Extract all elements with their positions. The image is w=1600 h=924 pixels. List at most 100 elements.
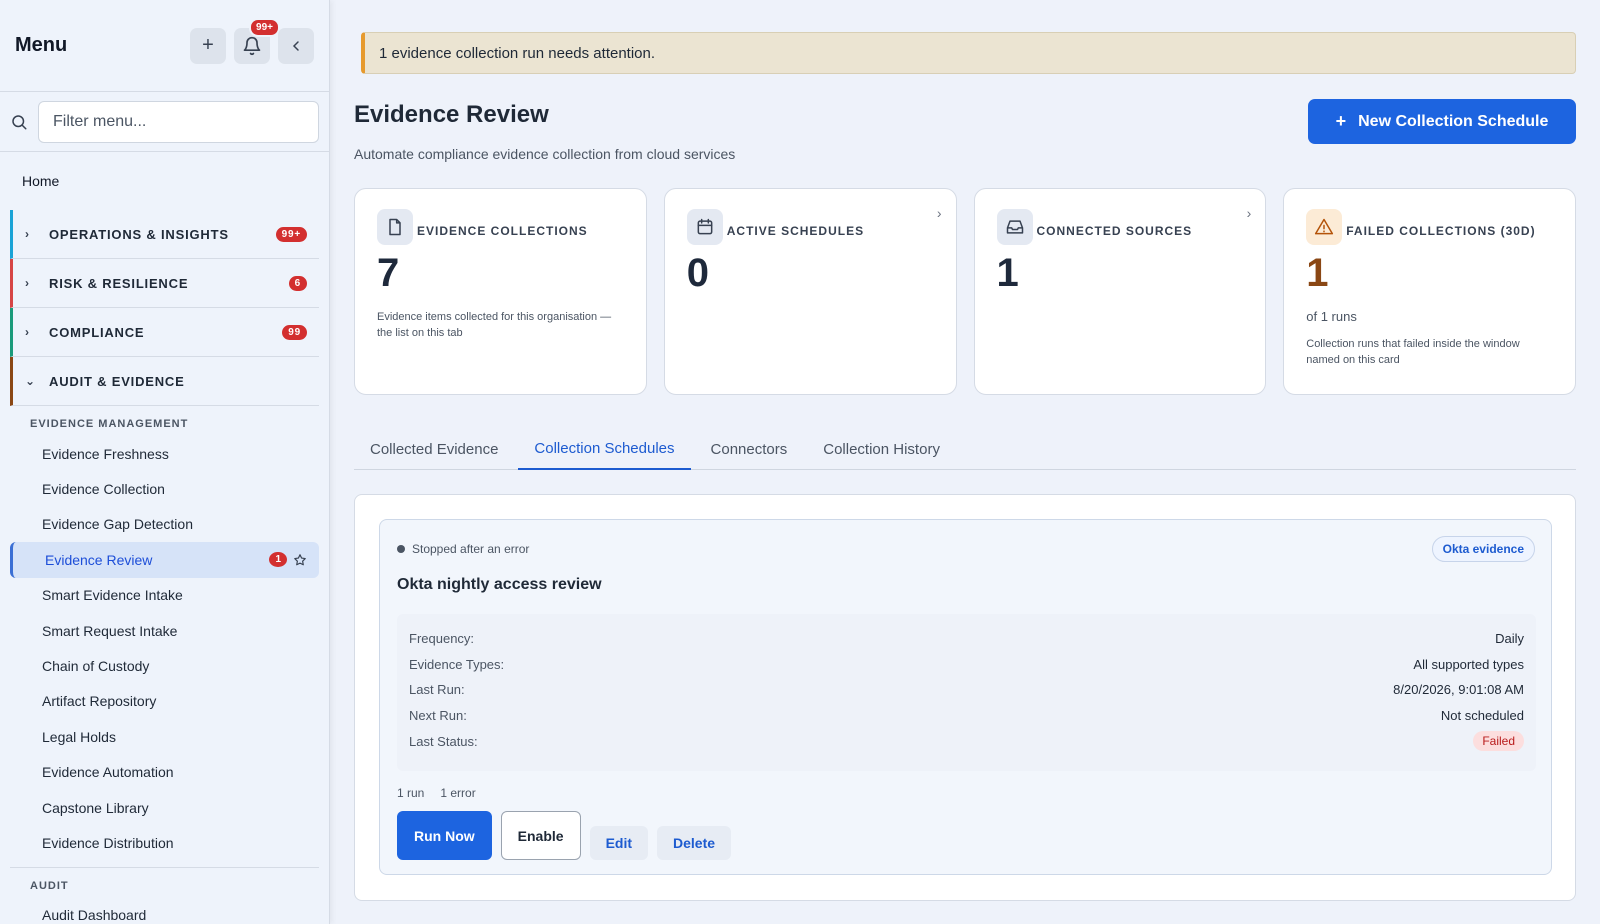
detail-key: Last Status: [409, 733, 478, 749]
sidebar-group-risk[interactable]: › RISK & RESILIENCE 6 [10, 259, 319, 308]
detail-row: Next Run: Not scheduled [409, 703, 1524, 729]
detail-key: Frequency: [409, 631, 475, 647]
chevron-right-icon: › [25, 276, 30, 290]
new-collection-schedule-button[interactable]: + New Collection Schedule [1308, 99, 1576, 144]
sidebar-item-legal-holds[interactable]: Legal Holds [0, 719, 329, 754]
schedule-status-text: Stopped after an error [412, 542, 530, 556]
collapse-sidebar-button[interactable] [278, 27, 314, 64]
attention-alert: 1 evidence collection run needs attentio… [361, 32, 1576, 74]
sidebar-item-evidence-distribution[interactable]: Evidence Distribution [0, 825, 329, 860]
sidebar-group-label: AUDIT & EVIDENCE [49, 373, 185, 389]
detail-value: Daily [1495, 631, 1524, 647]
detail-key: Evidence Types: [409, 656, 505, 672]
schedules-panel: Stopped after an error Okta evidence Okt… [354, 494, 1576, 901]
sidebar-item-artifact-repository[interactable]: Artifact Repository [0, 684, 329, 719]
notifications-badge: 99+ [249, 17, 280, 37]
card-active-schedules[interactable]: › ACTIVE SCHEDULES 0 [663, 188, 957, 395]
card-value: 7 [377, 251, 400, 295]
edit-button[interactable]: Edit [589, 825, 649, 860]
schedule-meta: 1 run 1 error [397, 786, 476, 800]
sidebar-item-evidence-automation[interactable]: Evidence Automation [0, 755, 329, 790]
card-connected-sources[interactable]: › CONNECTED SOURCES 1 [973, 188, 1267, 395]
sidebar-section-audit: AUDIT [30, 879, 69, 892]
sidebar-item-capstone-library[interactable]: Capstone Library [0, 790, 329, 825]
sidebar-item-smart-evidence-intake[interactable]: Smart Evidence Intake [0, 578, 329, 613]
plus-icon: + [202, 34, 214, 56]
detail-row: Frequency: Daily [409, 626, 1524, 652]
detail-value: All supported types [1413, 656, 1524, 672]
tab-connectors[interactable]: Connectors [695, 429, 804, 469]
chevron-left-icon [292, 40, 299, 51]
schedule-actions: Run Now Enable Edit Delete [397, 811, 732, 860]
star-icon[interactable] [293, 553, 307, 567]
sidebar-section-evidence-management: EVIDENCE MANAGEMENT [30, 418, 189, 430]
sidebar-group-label: OPERATIONS & INSIGHTS [49, 226, 229, 242]
card-description: Evidence items collected for this organi… [377, 311, 612, 339]
sidebar-item-audit-dashboard[interactable]: Audit Dashboard [0, 898, 329, 924]
card-failed-collections: FAILED COLLECTIONS (30D) 1 of 1 runs Col… [1283, 188, 1576, 395]
sidebar-group-compliance[interactable]: › COMPLIANCE 99 [10, 308, 319, 357]
schedule-card: Stopped after an error Okta evidence Okt… [379, 519, 1552, 875]
sidebar-item-evidence-collection[interactable]: Evidence Collection [0, 471, 329, 506]
sidebar-group-operations[interactable]: › OPERATIONS & INSIGHTS 99+ [10, 210, 319, 259]
schedule-details: Frequency: Daily Evidence Types: All sup… [397, 614, 1536, 771]
count-badge: 1 [269, 552, 287, 568]
sidebar-group-label: RISK & RESILIENCE [49, 275, 189, 291]
notifications-button[interactable]: 99+ [234, 17, 280, 64]
sidebar: Menu + 99+ Home › OPERATIONS & INSIGHTS … [0, 0, 330, 924]
detail-row: Last Status: Failed [409, 728, 1524, 754]
card-label: CONNECTED SOURCES [1036, 224, 1193, 238]
page-subtitle: Automate compliance evidence collection … [354, 146, 736, 162]
add-button[interactable]: + [190, 27, 226, 64]
card-label: FAILED COLLECTIONS (30D) [1346, 224, 1536, 238]
run-now-button[interactable]: Run Now [397, 811, 492, 860]
detail-row: Last Run: 8/20/2026, 9:01:08 AM [409, 677, 1524, 703]
detail-row: Evidence Types: All supported types [409, 652, 1524, 678]
sidebar-item-smart-request-intake[interactable]: Smart Request Intake [0, 613, 329, 648]
detail-key: Next Run: [409, 708, 467, 724]
tab-collected-evidence[interactable]: Collected Evidence [354, 429, 514, 469]
chevron-down-icon: ⌄ [25, 374, 36, 388]
detail-key: Last Run: [409, 682, 465, 698]
sidebar-item-home[interactable]: Home [0, 152, 329, 210]
status-dot-icon [397, 545, 405, 553]
search-icon [10, 113, 30, 131]
detail-value: 8/20/2026, 9:01:08 AM [1393, 682, 1524, 698]
schedule-status: Stopped after an error [397, 542, 529, 556]
sidebar-item-evidence-gap-detection[interactable]: Evidence Gap Detection [0, 507, 329, 542]
sidebar-group-audit-evidence[interactable]: ⌄ AUDIT & EVIDENCE [10, 357, 319, 406]
document-icon [377, 209, 413, 245]
delete-button[interactable]: Delete [657, 825, 732, 860]
sidebar-item-evidence-review[interactable]: Evidence Review 1 [10, 542, 319, 578]
chevron-right-icon: › [936, 205, 942, 221]
card-label: ACTIVE SCHEDULES [726, 224, 865, 238]
sidebar-item-chain-of-custody[interactable]: Chain of Custody [0, 648, 329, 683]
sidebar-group-label: COMPLIANCE [49, 324, 145, 340]
sidebar-search [0, 92, 329, 152]
count-badge: 99 [282, 324, 307, 340]
tab-collection-history[interactable]: Collection History [807, 429, 956, 469]
new-collection-schedule-label: New Collection Schedule [1358, 112, 1549, 130]
filter-menu-input[interactable] [38, 100, 319, 143]
count-badge: 99+ [275, 226, 307, 242]
tab-collection-schedules[interactable]: Collection Schedules [518, 429, 691, 470]
chevron-right-icon: › [25, 325, 30, 339]
chevron-right-icon: › [1246, 205, 1252, 221]
warning-icon [1306, 209, 1343, 245]
tabs: Collected Evidence Collection Schedules … [354, 429, 1576, 470]
enable-button[interactable]: Enable [500, 811, 581, 860]
card-evidence-collections: EVIDENCE COLLECTIONS 7 Evidence items co… [354, 188, 647, 395]
card-description: Collection runs that failed inside the w… [1306, 338, 1520, 366]
sidebar-item-evidence-freshness[interactable]: Evidence Freshness [0, 436, 329, 471]
sidebar-item-label: Evidence Review [45, 551, 153, 568]
count-badge: 6 [288, 275, 307, 291]
card-value: 1 [996, 251, 1019, 295]
page-title: Evidence Review [354, 101, 549, 128]
sidebar-header: Menu + 99+ [0, 0, 329, 92]
card-label: EVIDENCE COLLECTIONS [417, 224, 588, 238]
source-badge: Okta evidence [1431, 536, 1535, 562]
card-of-runs: of 1 runs [1306, 309, 1357, 324]
error-count: 1 error [440, 786, 476, 800]
stats-cards: EVIDENCE COLLECTIONS 7 Evidence items co… [354, 188, 1576, 395]
detail-value: Not scheduled [1440, 708, 1524, 724]
